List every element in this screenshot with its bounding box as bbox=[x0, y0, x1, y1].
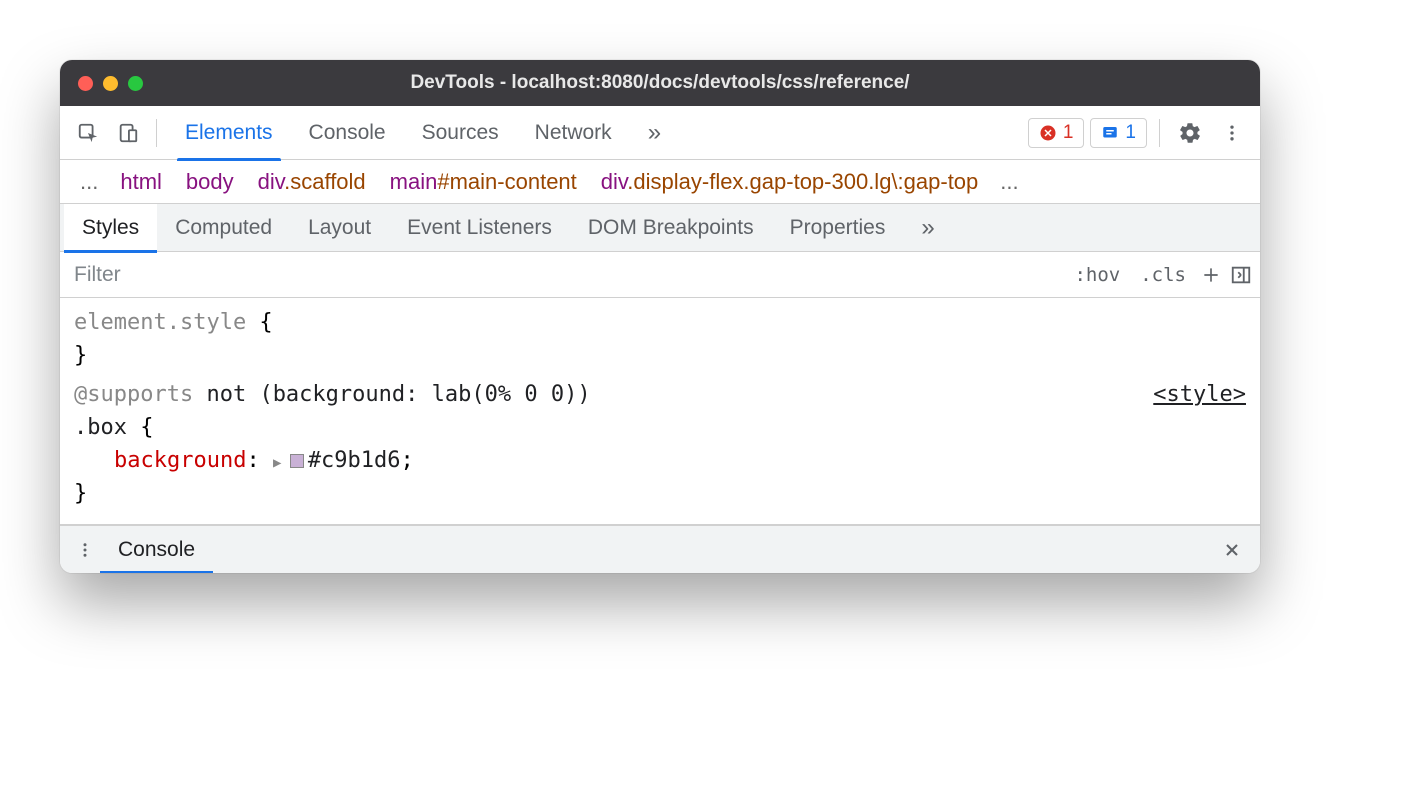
drawer: Console bbox=[60, 525, 1260, 573]
new-rule-icon[interactable] bbox=[1196, 257, 1226, 293]
cls-toggle[interactable]: .cls bbox=[1130, 264, 1196, 286]
css-value[interactable]: #c9b1d6 bbox=[308, 448, 401, 473]
at-rule-condition: not (background: lab(0% 0 0)) bbox=[193, 382, 590, 407]
message-count: 1 bbox=[1125, 122, 1136, 144]
divider bbox=[156, 119, 157, 147]
crumb-main[interactable]: main#main-content bbox=[378, 169, 589, 195]
tab-elements[interactable]: Elements bbox=[167, 106, 291, 160]
minimize-window-icon[interactable] bbox=[103, 76, 118, 91]
subtabs-overflow-icon[interactable]: » bbox=[903, 204, 952, 252]
subtab-computed[interactable]: Computed bbox=[157, 204, 290, 252]
settings-icon[interactable] bbox=[1172, 115, 1208, 151]
breadcrumb-ellipsis-right[interactable]: ... bbox=[990, 169, 1028, 195]
toolbar-right: 1 1 bbox=[1028, 115, 1250, 151]
window-title: DevTools - localhost:8080/docs/devtools/… bbox=[60, 72, 1260, 94]
traffic-lights bbox=[78, 76, 143, 91]
rule-element-style[interactable]: element.style { } bbox=[74, 306, 1246, 372]
color-swatch-icon[interactable] bbox=[290, 454, 304, 468]
hov-toggle[interactable]: :hov bbox=[1064, 264, 1130, 286]
message-icon bbox=[1101, 124, 1119, 142]
subtab-styles[interactable]: Styles bbox=[64, 204, 157, 252]
message-badge[interactable]: 1 bbox=[1090, 118, 1147, 148]
error-icon bbox=[1039, 124, 1057, 142]
styles-filter-input[interactable] bbox=[74, 263, 1064, 287]
subtab-properties[interactable]: Properties bbox=[772, 204, 904, 252]
titlebar: DevTools - localhost:8080/docs/devtools/… bbox=[60, 60, 1260, 106]
at-rule-keyword: @supports bbox=[74, 382, 193, 407]
tabs-overflow-icon[interactable]: » bbox=[630, 106, 679, 160]
maximize-window-icon[interactable] bbox=[128, 76, 143, 91]
drawer-close-icon[interactable] bbox=[1214, 532, 1250, 568]
computed-sidebar-toggle-icon[interactable] bbox=[1226, 257, 1256, 293]
rule-source-link[interactable]: <style> bbox=[1153, 378, 1246, 411]
drawer-tab-console[interactable]: Console bbox=[100, 526, 213, 574]
device-toggle-icon[interactable] bbox=[110, 115, 146, 151]
styles-subtabs: Styles Computed Layout Event Listeners D… bbox=[60, 204, 1260, 252]
selector: .box bbox=[74, 415, 127, 440]
divider bbox=[1159, 119, 1160, 147]
crumb-div-flex[interactable]: div.display-flex.gap-top-300.lg\:gap-top bbox=[589, 169, 991, 195]
breadcrumb-ellipsis-left[interactable]: ... bbox=[70, 169, 108, 195]
subtab-layout[interactable]: Layout bbox=[290, 204, 389, 252]
more-menu-icon[interactable] bbox=[1214, 115, 1250, 151]
error-count: 1 bbox=[1063, 122, 1074, 144]
tab-sources[interactable]: Sources bbox=[404, 106, 517, 160]
subtab-dom-breakpoints[interactable]: DOM Breakpoints bbox=[570, 204, 772, 252]
error-badge[interactable]: 1 bbox=[1028, 118, 1085, 148]
css-property[interactable]: background bbox=[114, 448, 246, 473]
styles-panel: element.style { } <style> @supports not … bbox=[60, 298, 1260, 525]
expand-shorthand-icon[interactable]: ▶ bbox=[273, 455, 290, 471]
tab-console[interactable]: Console bbox=[291, 106, 404, 160]
crumb-html[interactable]: html bbox=[108, 169, 174, 195]
styles-filterbar: :hov .cls bbox=[60, 252, 1260, 298]
close-window-icon[interactable] bbox=[78, 76, 93, 91]
tab-network[interactable]: Network bbox=[517, 106, 630, 160]
devtools-window: DevTools - localhost:8080/docs/devtools/… bbox=[60, 60, 1260, 573]
panel-tabs: Elements Console Sources Network » bbox=[167, 106, 679, 160]
dom-breadcrumb: ... html body div.scaffold main#main-con… bbox=[60, 160, 1260, 204]
selector: element.style bbox=[74, 310, 246, 335]
subtab-event-listeners[interactable]: Event Listeners bbox=[389, 204, 570, 252]
drawer-menu-icon[interactable] bbox=[70, 532, 100, 568]
crumb-div-scaffold[interactable]: div.scaffold bbox=[246, 169, 378, 195]
main-toolbar: Elements Console Sources Network » 1 1 bbox=[60, 106, 1260, 160]
rule-box[interactable]: <style> @supports not (background: lab(0… bbox=[74, 378, 1246, 510]
inspect-element-icon[interactable] bbox=[70, 115, 106, 151]
crumb-body[interactable]: body bbox=[174, 169, 246, 195]
